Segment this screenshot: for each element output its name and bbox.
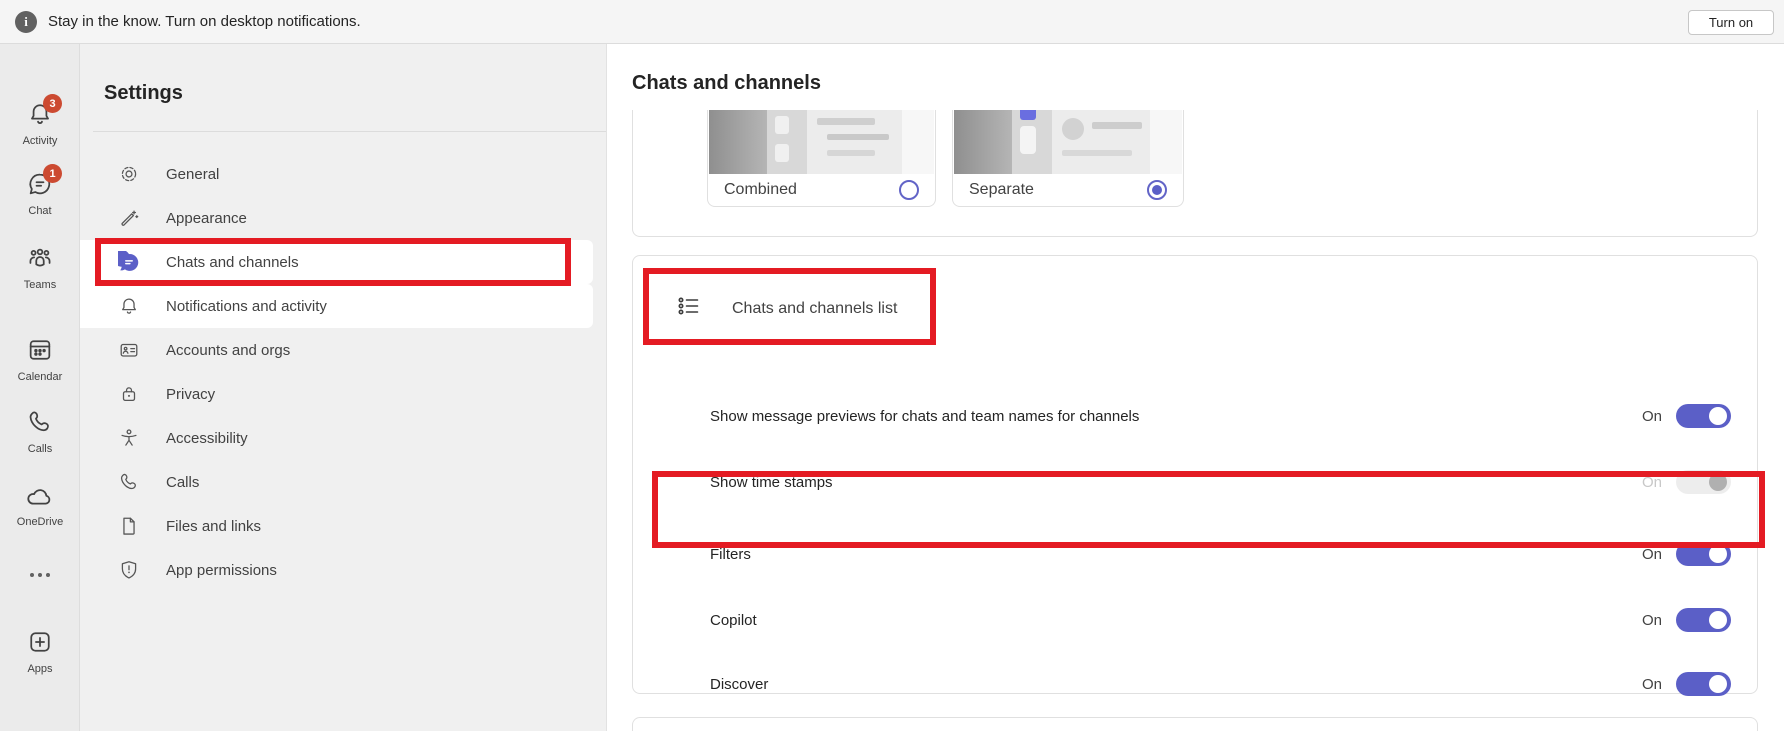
turn-on-button[interactable]: Turn on — [1688, 10, 1774, 35]
message-previews-toggle[interactable] — [1676, 404, 1731, 428]
setting-row-filters: Filters On — [710, 534, 1731, 574]
setting-label: Show time stamps — [710, 473, 833, 491]
rail-label: OneDrive — [16, 516, 64, 528]
teams-settings-window: i Stay in the know. Turn on desktop noti… — [0, 0, 1784, 731]
banner-message: Stay in the know. Turn on desktop notifi… — [48, 13, 361, 30]
chats-list-card: Chats and channels list Show message pre… — [632, 255, 1765, 696]
rail-item-teams[interactable]: Teams — [0, 244, 80, 291]
sidebar-item-label: Accounts and orgs — [166, 341, 291, 359]
sidebar-item-accounts[interactable]: Accounts and orgs — [80, 328, 593, 372]
settings-sidebar: Settings General Appearance Chats and ch… — [80, 44, 607, 731]
app-rail: 3 Activity 1 Chat Teams Calendar Calls O… — [0, 44, 80, 731]
option-label: Separate — [969, 181, 1034, 198]
sidebar-item-label: Accessibility — [166, 429, 248, 447]
sidebar-item-accessibility[interactable]: Accessibility — [80, 416, 593, 460]
setting-row-copilot: Copilot On — [710, 600, 1731, 640]
toggle-state-label: On — [1641, 545, 1662, 563]
rail-item-onedrive[interactable]: OneDrive — [0, 485, 80, 528]
sidebar-item-label: General — [166, 165, 220, 183]
calendar-icon — [26, 336, 54, 369]
sidebar-item-label: App permissions — [166, 561, 277, 579]
sidebar-item-files-links[interactable]: Files and links — [80, 504, 593, 548]
rail-item-activity[interactable]: 3 Activity — [0, 94, 80, 147]
rail-label: Calls — [27, 443, 53, 455]
accessibility-person-icon — [118, 427, 140, 449]
shield-icon — [118, 559, 140, 581]
activity-badge: 3 — [43, 94, 62, 113]
phone-icon — [118, 471, 140, 493]
list-section-header: Chats and channels list — [676, 294, 897, 323]
id-card-icon — [118, 339, 140, 361]
ellipsis-icon — [26, 568, 54, 587]
sidebar-item-calls[interactable]: Calls — [80, 460, 593, 504]
apps-plus-icon — [26, 628, 54, 661]
setting-row-discover: Discover On — [710, 664, 1731, 704]
toggle-state-label: On — [1641, 473, 1662, 491]
rail-item-calls[interactable]: Calls — [0, 408, 80, 455]
sidebar-item-chats-and-channels[interactable]: Chats and channels — [80, 240, 593, 284]
rail-item-chat[interactable]: 1 Chat — [0, 164, 80, 217]
copilot-toggle[interactable] — [1676, 608, 1731, 632]
settings-main-panel: Chats and channels Combined Separate Cha… — [607, 44, 1784, 731]
chat-filled-icon — [118, 250, 140, 273]
rail-label: Chat — [28, 205, 52, 217]
rail-more-button[interactable] — [0, 568, 80, 587]
cloud-icon — [24, 485, 56, 514]
chat-badge: 1 — [43, 164, 62, 183]
sidebar-item-general[interactable]: General — [80, 152, 593, 196]
time-stamps-toggle — [1676, 470, 1731, 494]
list-section-title: Chats and channels list — [732, 299, 898, 317]
discover-toggle[interactable] — [1676, 672, 1731, 696]
next-section-card — [632, 717, 1758, 731]
settings-title: Settings — [104, 82, 183, 104]
wand-icon — [118, 207, 140, 229]
sidebar-item-privacy[interactable]: Privacy — [80, 372, 593, 416]
teams-people-icon — [25, 244, 55, 277]
option-tile-separate[interactable]: Separate — [952, 110, 1184, 207]
sidebar-divider — [93, 131, 606, 132]
toggle-state-label: On — [1641, 611, 1662, 629]
file-icon — [118, 515, 140, 537]
sidebar-item-notifications[interactable]: Notifications and activity — [80, 284, 593, 328]
toggle-state-label: On — [1641, 407, 1662, 425]
rail-item-apps[interactable]: Apps — [0, 628, 80, 675]
sidebar-item-label: Appearance — [166, 209, 247, 227]
sidebar-item-label: Chats and channels — [166, 253, 299, 271]
sidebar-item-label: Files and links — [166, 517, 262, 535]
sidebar-item-label: Notifications and activity — [166, 297, 327, 315]
phone-icon — [26, 408, 54, 441]
setting-row-time-stamps: Show time stamps On — [710, 462, 1731, 502]
display-options-card: Combined Separate — [632, 110, 1758, 237]
notification-banner: i Stay in the know. Turn on desktop noti… — [0, 0, 1784, 44]
rail-label: Apps — [27, 663, 53, 675]
sidebar-item-label: Privacy — [166, 385, 216, 403]
list-icon — [676, 294, 702, 323]
combined-thumbnail — [709, 110, 934, 174]
rail-label: Calendar — [17, 371, 63, 383]
info-icon: i — [15, 11, 37, 33]
setting-row-message-previews: Show message previews for chats and team… — [710, 396, 1731, 436]
page-title: Chats and channels — [632, 72, 821, 94]
setting-label: Filters — [710, 545, 751, 563]
filters-toggle[interactable] — [1676, 542, 1731, 566]
rail-label: Teams — [23, 279, 57, 291]
sidebar-item-app-permissions[interactable]: App permissions — [80, 548, 593, 592]
rail-item-calendar[interactable]: Calendar — [0, 336, 80, 383]
option-tile-combined[interactable]: Combined — [707, 110, 936, 207]
lock-icon — [118, 383, 140, 405]
setting-label: Discover — [710, 675, 769, 693]
sidebar-item-appearance[interactable]: Appearance — [80, 196, 593, 240]
gear-icon — [118, 163, 140, 185]
setting-label: Show message previews for chats and team… — [710, 407, 1140, 425]
separate-thumbnail — [954, 110, 1182, 174]
rail-label: Activity — [22, 135, 58, 147]
combined-radio[interactable] — [899, 180, 919, 200]
separate-radio[interactable] — [1147, 180, 1167, 200]
toggle-state-label: On — [1641, 675, 1662, 693]
setting-label: Copilot — [710, 611, 757, 629]
bell-icon — [118, 295, 140, 317]
sidebar-item-label: Calls — [166, 473, 200, 491]
option-label: Combined — [724, 181, 797, 198]
